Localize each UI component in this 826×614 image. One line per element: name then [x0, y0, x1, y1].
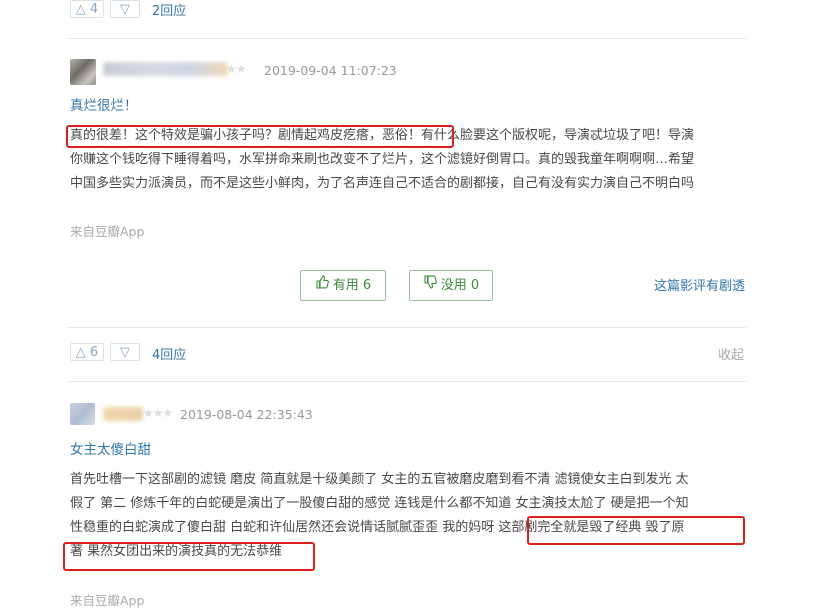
reply-link[interactable]: 2回应	[152, 0, 186, 19]
upvote-count: 4	[89, 2, 99, 17]
username[interactable]	[103, 62, 228, 76]
useful-label: 有用 6	[332, 278, 372, 293]
collapse-link[interactable]: 收起	[718, 344, 744, 363]
review-line: 你赚这个钱吃得下睡得着吗，水军拼命来刷也改变不了烂片，这个滤镜好倒胃口。真的毁我…	[70, 152, 695, 167]
highlight-box	[527, 516, 745, 545]
downvote-button[interactable]: ▽	[110, 343, 140, 361]
avatar[interactable]	[70, 59, 96, 85]
avatar[interactable]	[70, 403, 95, 425]
upvote-count: 6	[89, 345, 99, 360]
useful-button[interactable]: 有用 6	[300, 270, 386, 301]
divider	[68, 381, 746, 382]
useless-label: 没用 0	[440, 278, 480, 293]
upvote-button[interactable]: △ 4	[70, 0, 104, 18]
rating-stars: ★★	[226, 62, 246, 76]
divider	[68, 327, 746, 328]
rating-stars: ★★★	[143, 406, 173, 420]
review-title[interactable]: 女主太傻白甜	[70, 438, 151, 458]
thumbs-down-icon	[423, 271, 437, 300]
triangle-up-icon: △	[75, 345, 86, 360]
highlight-box	[63, 542, 315, 571]
review-source: 来自豆瓣App	[70, 593, 145, 608]
downvote-button[interactable]: ▽	[110, 0, 140, 18]
review-line: 假了 第二 修炼千年的白蛇硬是演出了一股傻白甜的感觉 连钱是什么都不知道 女主演…	[70, 496, 689, 511]
spoiler-link[interactable]: 这篇影评有剧透	[654, 275, 745, 294]
review-line: 首先吐槽一下这部剧的滤镜 磨皮 简直就是十级美颜了 女主的五官被磨皮磨到看不清 …	[70, 472, 689, 487]
upvote-button[interactable]: △ 6	[70, 343, 104, 361]
triangle-down-icon: ▽	[120, 2, 130, 17]
triangle-up-icon: △	[75, 2, 86, 17]
highlight-box	[66, 125, 454, 148]
triangle-down-icon: ▽	[120, 345, 130, 360]
username[interactable]	[103, 407, 143, 421]
review-line: 中国多些实力派演员，而不是这些小鲜肉，为了名声连自己不适合的剧都接，自己有没有实…	[70, 176, 695, 191]
review-title[interactable]: 真烂很烂！	[70, 94, 138, 114]
thumbs-up-icon	[315, 271, 329, 300]
review-date: 2019-09-04 11:07:23	[264, 63, 397, 78]
review-date: 2019-08-04 22:35:43	[180, 407, 313, 422]
reply-link[interactable]: 4回应	[152, 344, 186, 363]
review-source: 来自豆瓣App	[70, 224, 145, 239]
useless-button[interactable]: 没用 0	[409, 270, 493, 301]
divider	[68, 38, 746, 39]
